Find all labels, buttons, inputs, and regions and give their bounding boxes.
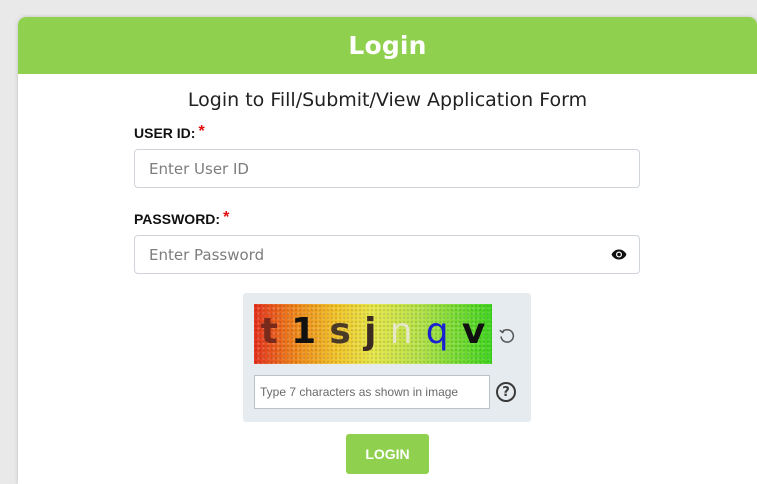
password-field-wrapper [134,235,640,274]
form-subtitle: Login to Fill/Submit/View Application Fo… [187,89,588,111]
captcha-input[interactable] [255,376,489,408]
required-asterisk: * [198,123,205,140]
card-header: Login [18,17,757,74]
password-input[interactable] [135,236,639,273]
card-title: Login [348,31,427,60]
question-circle-icon[interactable]: ? [496,382,516,402]
eye-icon[interactable] [611,248,627,261]
password-label-text: PASSWORD: [134,211,221,227]
captcha-char: q [425,311,449,352]
user-id-input[interactable] [135,150,639,187]
captcha-char: s [329,311,351,352]
captcha-char: 1 [291,311,317,352]
user-id-label-text: USER ID: [134,125,196,141]
required-asterisk: * [223,209,230,226]
user-id-label: USER ID: * [134,123,205,143]
help-glyph: ? [502,384,510,400]
captcha-char: t [260,311,278,352]
captcha-image: t 1 s j n q v [254,304,492,364]
captcha-char: j [364,311,377,352]
login-button[interactable]: LOGIN [346,434,429,474]
captcha-characters: t 1 s j n q v [254,312,492,352]
captcha-char: n [389,311,413,352]
captcha-input-wrapper [254,375,490,409]
login-card: Login Login to Fill/Submit/View Applicat… [18,17,757,484]
refresh-icon[interactable] [498,327,516,345]
captcha-char: v [461,311,486,352]
password-label: PASSWORD: * [134,209,230,229]
captcha-panel: t 1 s j n q v ? [243,293,531,422]
user-id-field-wrapper [134,149,640,188]
